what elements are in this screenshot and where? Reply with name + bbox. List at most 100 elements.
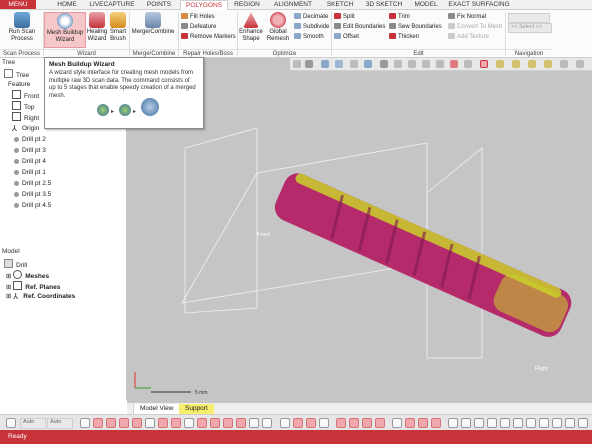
- smooth-button[interactable]: Smooth: [294, 33, 324, 41]
- cube-icon[interactable]: [305, 60, 313, 68]
- model-item-ref-planes[interactable]: ⊞ Ref. Planes: [6, 281, 60, 292]
- tree-item-drill-pt-3-5[interactable]: Drill pt 3.5: [14, 190, 51, 199]
- tool-icon[interactable]: [197, 418, 207, 428]
- tool-icon[interactable]: [93, 418, 103, 428]
- tool-icon[interactable]: [392, 418, 402, 428]
- tree-item-right[interactable]: Right: [12, 112, 39, 123]
- filter-face-icon[interactable]: [528, 60, 536, 68]
- tool-icon[interactable]: [448, 418, 458, 428]
- enhance-shape-button[interactable]: Enhance Shape: [238, 12, 264, 43]
- tab-3d-sketch[interactable]: 3D SKETCH: [364, 0, 404, 9]
- grid-icon[interactable]: [350, 60, 358, 68]
- thicken-button[interactable]: Thicken: [389, 33, 419, 41]
- rect-select-icon[interactable]: [394, 60, 402, 68]
- tool-icon[interactable]: [319, 418, 329, 428]
- tool-icon[interactable]: [249, 418, 259, 428]
- tool-icon[interactable]: [293, 418, 303, 428]
- tree-item-drill-pt-4-5[interactable]: Drill pt 4.5: [14, 201, 51, 210]
- remove-markers-button[interactable]: Remove Markers: [181, 33, 236, 41]
- tool-icon[interactable]: [184, 418, 194, 428]
- fix-normal-button[interactable]: Fix Normal: [448, 13, 486, 21]
- mesh-buildup-wizard-button[interactable]: Mesh Buildup Wizard: [44, 12, 86, 48]
- model-item-ref-coordinates[interactable]: ⊞ ⅄ Ref. Coordinates: [6, 292, 75, 301]
- tool-icon[interactable]: [236, 418, 246, 428]
- tool-icon[interactable]: [362, 418, 372, 428]
- sew-boundaries-button[interactable]: Sew Boundaries: [389, 23, 442, 31]
- smart-brush-button[interactable]: Smart Brush: [108, 12, 128, 43]
- filter-region-icon[interactable]: [560, 60, 568, 68]
- merge-combine-button[interactable]: Merge/Combine: [130, 12, 176, 36]
- tab-region[interactable]: REGION: [232, 0, 262, 9]
- tool-icon[interactable]: [106, 418, 116, 428]
- tab-alignment[interactable]: ALIGNMENT: [270, 0, 316, 9]
- tool-icon[interactable]: [474, 418, 484, 428]
- tool-icon[interactable]: [210, 418, 220, 428]
- tab-home[interactable]: HOME: [54, 0, 80, 9]
- filter-body-icon[interactable]: [544, 60, 552, 68]
- tree-item-drill-pt-3[interactable]: Drill pt 3: [14, 146, 46, 155]
- display-icon[interactable]: [335, 60, 343, 68]
- tool-icon[interactable]: [375, 418, 385, 428]
- navigation-field[interactable]: [508, 13, 550, 23]
- lasso-icon[interactable]: [408, 60, 416, 68]
- convert-to-mesh-button[interactable]: Convert To Mesh: [448, 23, 502, 31]
- tab-polygons[interactable]: POLYGONS: [180, 0, 228, 10]
- tool-icon[interactable]: [405, 418, 415, 428]
- tool-icon[interactable]: [513, 418, 523, 428]
- tool-icon[interactable]: [223, 418, 233, 428]
- decimate-button[interactable]: Decimate: [294, 13, 328, 21]
- select-field[interactable]: << Select >>: [508, 23, 552, 33]
- tool-icon[interactable]: [280, 418, 290, 428]
- filter-icon[interactable]: [496, 60, 504, 68]
- tool-icon[interactable]: [262, 418, 272, 428]
- model-item-meshes[interactable]: ⊞ Meshes: [6, 270, 49, 281]
- run-scan-process-button[interactable]: Run Scan Process: [4, 12, 40, 43]
- offset-button[interactable]: Offset: [334, 33, 359, 41]
- tree-item-origin[interactable]: ⅄ Origin: [12, 124, 39, 133]
- tool-icon[interactable]: [552, 418, 562, 428]
- tool-icon[interactable]: [418, 418, 428, 428]
- feature-node[interactable]: Feature: [8, 80, 30, 89]
- tool-icon[interactable]: [119, 418, 129, 428]
- edit-boundaries-button[interactable]: Edit Boundaries: [334, 23, 385, 31]
- auto-dropdown-2[interactable]: Auto: [47, 418, 73, 429]
- tool-icon[interactable]: [565, 418, 575, 428]
- drill-mesh[interactable]: [270, 169, 575, 342]
- pointer-icon[interactable]: [380, 60, 388, 68]
- tree-tab[interactable]: Tree: [4, 69, 29, 80]
- defeature-button[interactable]: Defeature: [181, 23, 216, 31]
- tree-item-drill-pt-2[interactable]: Drill pt 2: [14, 135, 46, 144]
- select-mode-icon[interactable]: [6, 418, 16, 428]
- filter-vertex-icon[interactable]: [512, 60, 520, 68]
- tool-icon[interactable]: [145, 418, 155, 428]
- paint-select-icon[interactable]: [436, 60, 444, 68]
- tool-icon[interactable]: [487, 418, 497, 428]
- camera-icon[interactable]: [321, 60, 329, 68]
- tab-livecapture[interactable]: LIVECAPTURE: [88, 0, 136, 9]
- render-icon[interactable]: [364, 60, 372, 68]
- tree-item-drill-pt-4[interactable]: Drill pt 4: [14, 157, 46, 166]
- tool-icon[interactable]: [431, 418, 441, 428]
- tool-icon[interactable]: [526, 418, 536, 428]
- split-button[interactable]: Split: [334, 13, 355, 21]
- tab-model[interactable]: MODEL: [412, 0, 440, 9]
- model-root-drill[interactable]: Drill: [4, 259, 27, 270]
- options-icon[interactable]: [576, 60, 584, 68]
- tool-icon[interactable]: [461, 418, 471, 428]
- tab-sketch[interactable]: SKETCH: [325, 0, 355, 9]
- global-remesh-button[interactable]: Global Remesh: [264, 12, 292, 43]
- tool-icon[interactable]: [306, 418, 316, 428]
- trim-button[interactable]: Trim: [389, 13, 410, 21]
- tool-icon[interactable]: [539, 418, 549, 428]
- tab-support[interactable]: Support: [179, 404, 214, 414]
- tab-exact-surfacing[interactable]: EXACT SURFACING: [448, 0, 510, 9]
- healing-wizard-button[interactable]: Healing Wizard: [86, 12, 108, 43]
- view-icon[interactable]: [293, 60, 301, 68]
- tool-icon[interactable]: [158, 418, 168, 428]
- line-select-icon[interactable]: [422, 60, 430, 68]
- tool-icon[interactable]: [349, 418, 359, 428]
- auto-dropdown-1[interactable]: Auto: [20, 418, 46, 429]
- tool-icon[interactable]: [171, 418, 181, 428]
- tree-item-drill-pt-1[interactable]: Drill pt 1: [14, 168, 46, 177]
- circle-select-icon[interactable]: [450, 60, 458, 68]
